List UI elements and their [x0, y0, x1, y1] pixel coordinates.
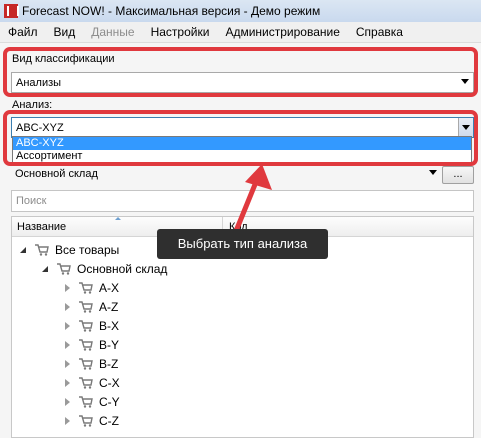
browse-warehouse-button[interactable]: ...	[442, 166, 474, 184]
tree-row[interactable]: B-Y	[63, 335, 119, 354]
shopping-cart-icon	[79, 319, 93, 332]
expand-arrow-icon[interactable]	[63, 302, 73, 312]
annotation-arrow-icon	[231, 164, 272, 239]
shopping-cart-icon	[79, 300, 93, 313]
tree-row-label: A-X	[99, 280, 120, 295]
expand-arrow-icon[interactable]	[63, 321, 73, 331]
shopping-cart-icon	[79, 376, 93, 389]
warehouse-value: Основной склад	[15, 168, 98, 180]
tree-row-label: B-Z	[99, 356, 119, 371]
tree-row[interactable]: A-X	[63, 278, 119, 297]
tree-row[interactable]: C-X	[63, 373, 120, 392]
tree-row-label: A-Z	[99, 299, 119, 314]
tree-row[interactable]: Все товары	[19, 240, 119, 259]
highlight-frame-classification	[3, 47, 478, 97]
shopping-cart-icon	[35, 243, 49, 256]
tree-row-label: C-Y	[99, 394, 120, 409]
hint-tooltip: Выбрать тип анализа	[157, 229, 328, 259]
shopping-cart-icon	[79, 357, 93, 370]
app-logo-icon	[4, 4, 19, 18]
expand-arrow-icon[interactable]	[63, 283, 73, 293]
expand-arrow-icon[interactable]	[63, 397, 73, 407]
menu-help[interactable]: Справка	[348, 25, 411, 39]
menu-file[interactable]: Файл	[0, 25, 46, 39]
tree-row-label: B-X	[99, 318, 120, 333]
tree-row-label: Основной склад	[77, 261, 168, 276]
chevron-down-icon	[429, 170, 437, 175]
menu-view[interactable]: Вид	[46, 25, 84, 39]
tree-row-label: C-X	[99, 375, 120, 390]
tree-row[interactable]: B-X	[63, 316, 119, 335]
expand-arrow-icon[interactable]	[63, 416, 73, 426]
window-title: Forecast NOW! - Максимальная версия - Де…	[22, 4, 321, 18]
shopping-cart-icon	[79, 414, 93, 427]
highlight-frame-analysis	[3, 110, 478, 166]
tree-row[interactable]: C-Z	[63, 411, 119, 430]
shopping-cart-icon	[79, 281, 93, 294]
collapse-arrow-icon[interactable]	[41, 264, 51, 274]
tree-row-label: B-Y	[99, 337, 120, 352]
title-bar: Forecast NOW! - Максимальная версия - Де…	[0, 0, 481, 22]
shopping-cart-icon	[57, 262, 71, 275]
shopping-cart-icon	[79, 395, 93, 408]
tree-row[interactable]: B-Z	[63, 354, 118, 373]
shopping-cart-icon	[79, 338, 93, 351]
collapse-arrow-icon[interactable]	[19, 245, 29, 255]
expand-arrow-icon[interactable]	[63, 340, 73, 350]
menu-bar: Файл Вид Данные Настройки Администрирова…	[0, 22, 481, 43]
menu-settings[interactable]: Настройки	[143, 25, 218, 39]
expand-arrow-icon[interactable]	[63, 378, 73, 388]
tree-row[interactable]: Основной склад	[41, 259, 167, 278]
menu-data: Данные	[91, 25, 135, 39]
tree-row-label: C-Z	[99, 413, 119, 428]
tree-row[interactable]: C-Y	[63, 392, 120, 411]
tree-row-label: Все товары	[55, 242, 120, 257]
expand-arrow-icon[interactable]	[63, 359, 73, 369]
tree-row[interactable]: A-Z	[63, 297, 118, 316]
menu-administration[interactable]: Администрирование	[217, 25, 347, 39]
